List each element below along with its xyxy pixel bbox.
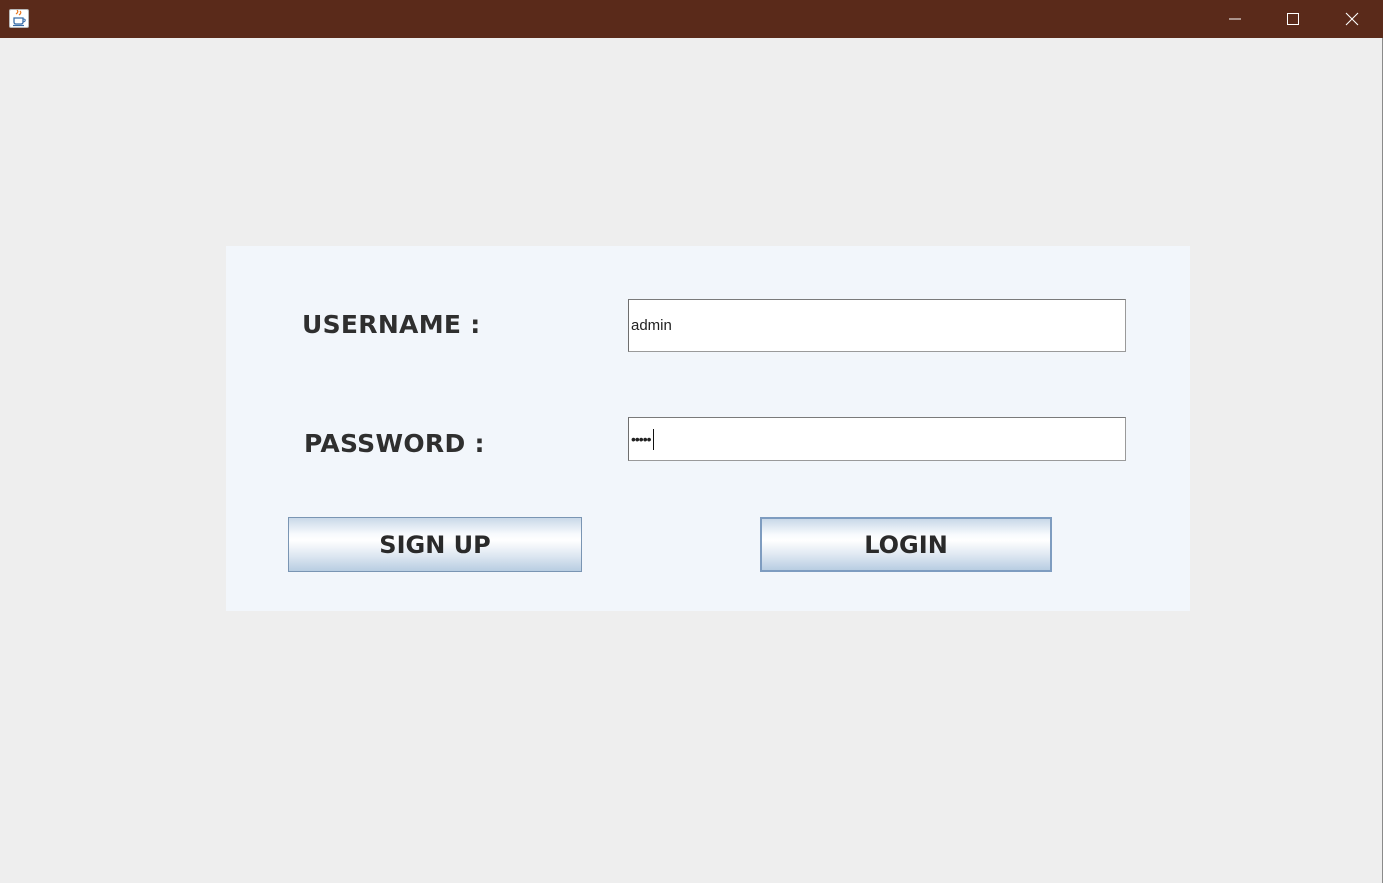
login-window: USERNAME : admin PASSWORD : ••••• SIGN U… bbox=[0, 0, 1383, 883]
password-input[interactable]: ••••• bbox=[628, 417, 1126, 461]
text-caret bbox=[652, 428, 654, 450]
login-panel: USERNAME : admin PASSWORD : ••••• SIGN U… bbox=[226, 246, 1190, 611]
minimize-icon bbox=[1229, 18, 1241, 20]
maximize-button[interactable] bbox=[1264, 0, 1322, 38]
password-label: PASSWORD : bbox=[304, 429, 485, 458]
sign-up-button[interactable]: SIGN UP bbox=[288, 517, 582, 572]
java-app-icon bbox=[9, 9, 29, 28]
username-input[interactable]: admin bbox=[628, 299, 1126, 352]
maximize-icon bbox=[1287, 13, 1299, 25]
title-bar[interactable] bbox=[0, 0, 1383, 38]
username-label: USERNAME : bbox=[302, 310, 481, 339]
login-button[interactable]: LOGIN bbox=[760, 517, 1052, 572]
password-masked-value: ••••• bbox=[631, 431, 651, 447]
minimize-button[interactable] bbox=[1206, 0, 1264, 38]
close-icon bbox=[1345, 12, 1359, 26]
username-value: admin bbox=[631, 317, 672, 334]
close-button[interactable] bbox=[1323, 0, 1381, 38]
